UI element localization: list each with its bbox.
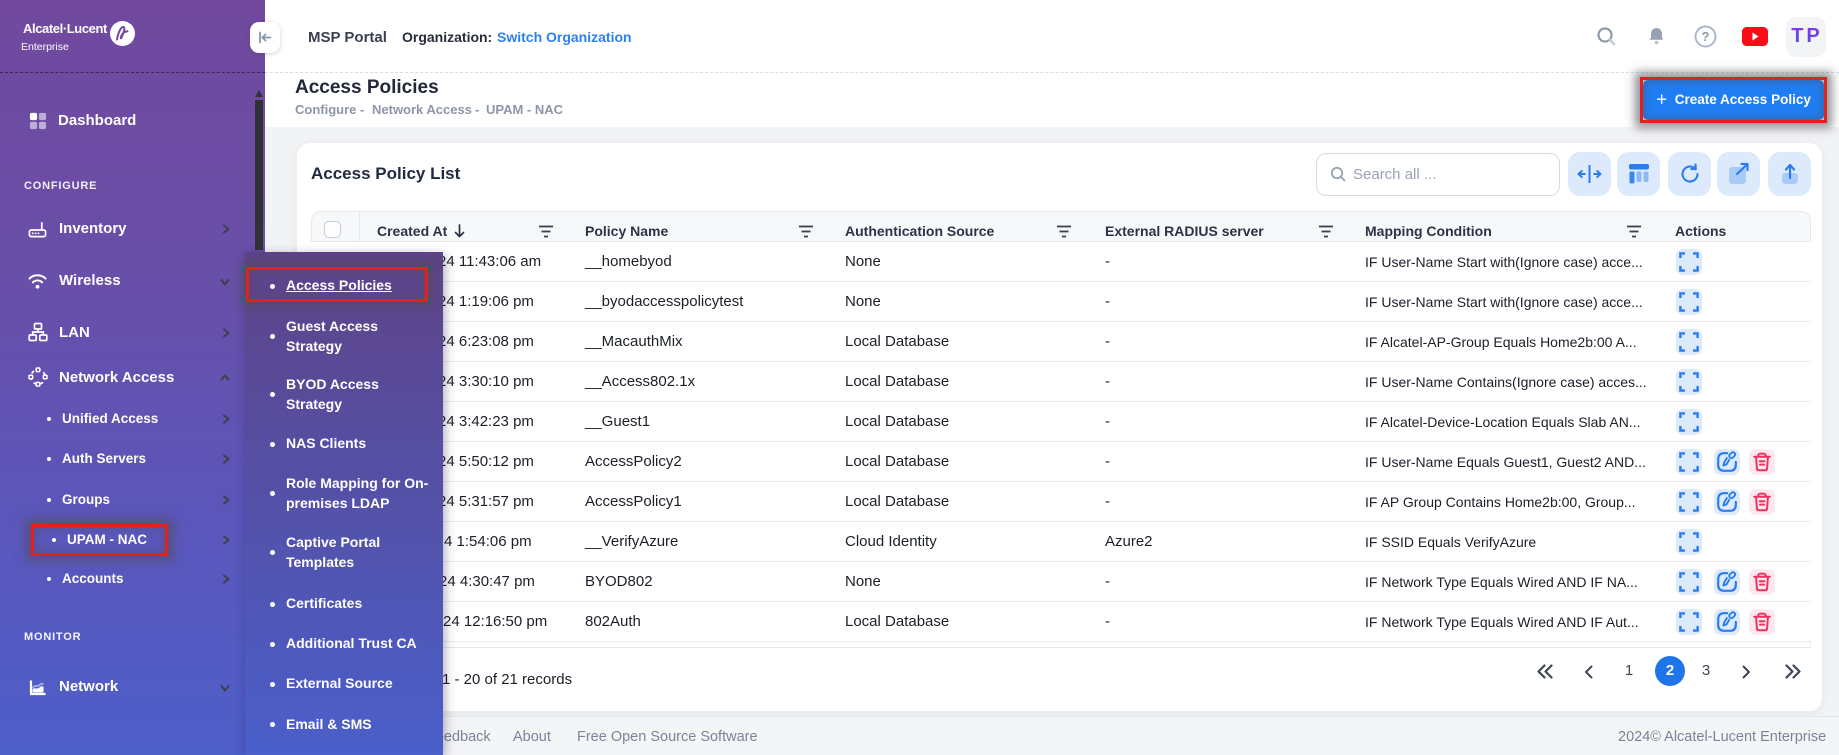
svg-text:?: ? (1702, 29, 1710, 44)
